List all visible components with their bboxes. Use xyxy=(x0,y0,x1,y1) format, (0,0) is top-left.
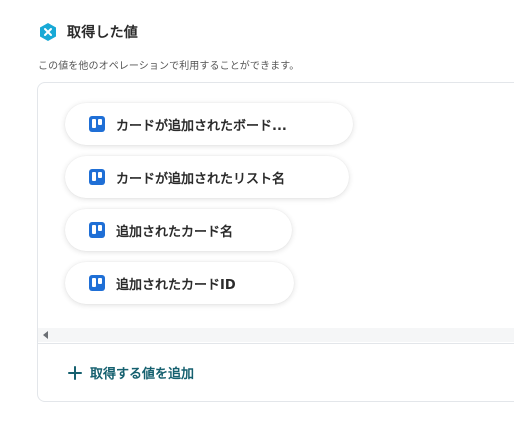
acquired-values-section: 取得した値 この値を他のオペレーションで利用することができます。 カードが追加さ… xyxy=(0,0,514,433)
values-panel: カードが追加されたボード... カードが追加されたリスト名 追加されたカード名 … xyxy=(37,82,514,402)
value-chip-card-name[interactable]: 追加されたカード名 xyxy=(65,209,292,251)
value-chip-label: カードが追加されたリスト名 xyxy=(116,171,286,187)
value-chip-list: カードが追加されたボード... カードが追加されたリスト名 追加されたカード名 … xyxy=(38,83,514,328)
divider xyxy=(38,343,514,344)
value-chip-card-id[interactable]: 追加されたカードID xyxy=(65,262,294,304)
plus-icon xyxy=(68,365,82,380)
section-description: この値を他のオペレーションで利用することができます。 xyxy=(38,61,300,72)
yoom-badge-icon xyxy=(40,23,56,41)
value-chip-board[interactable]: カードが追加されたボード... xyxy=(65,103,353,145)
section-header: 取得した値 xyxy=(38,22,138,42)
value-chip-label: カードが追加されたボード... xyxy=(116,118,287,134)
trello-icon xyxy=(89,169,105,185)
value-chip-list-name[interactable]: カードが追加されたリスト名 xyxy=(65,156,349,198)
value-chip-label: 追加されたカード名 xyxy=(116,224,234,240)
trello-icon xyxy=(89,275,105,291)
scroll-left-arrow-icon[interactable] xyxy=(43,331,48,339)
trello-icon xyxy=(89,116,105,132)
horizontal-scrollbar[interactable] xyxy=(38,328,514,342)
value-chip-label: 追加されたカードID xyxy=(116,277,236,293)
add-value-label: 取得する値を追加 xyxy=(90,367,195,382)
trello-icon xyxy=(89,222,105,238)
add-value-button[interactable]: 取得する値を追加 xyxy=(68,363,194,382)
section-title: 取得した値 xyxy=(67,25,138,41)
